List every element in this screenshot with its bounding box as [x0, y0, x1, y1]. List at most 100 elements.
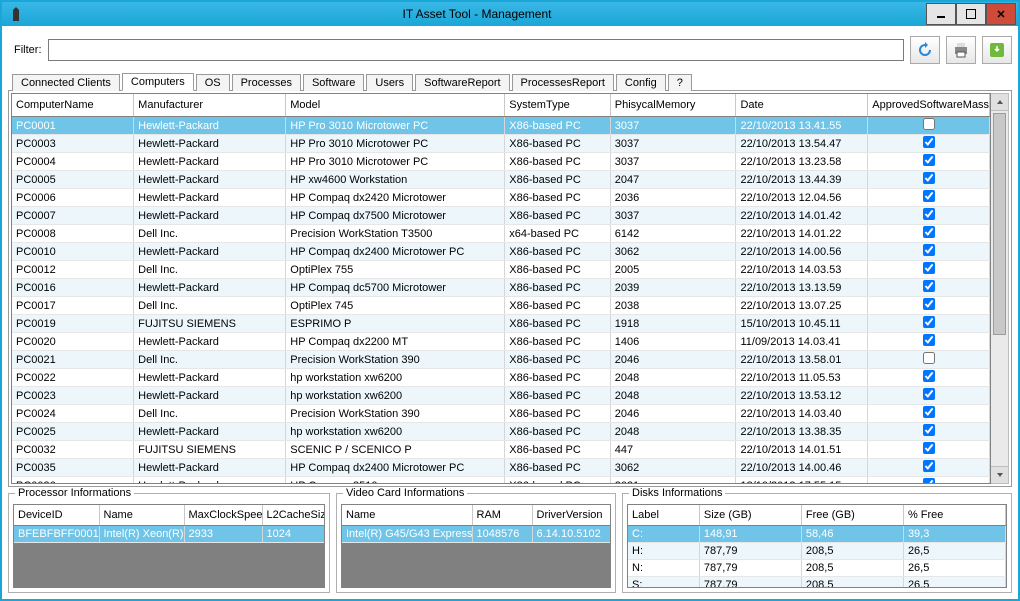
approved-cell[interactable] — [868, 459, 990, 477]
approved-cell[interactable] — [868, 369, 990, 387]
approved-checkbox[interactable] — [923, 136, 935, 148]
approved-checkbox[interactable] — [923, 442, 935, 454]
table-row[interactable]: PC0003Hewlett-PackardHP Pro 3010 Microto… — [12, 135, 990, 153]
table-row[interactable]: PC0012Dell Inc.OptiPlex 755X86-based PC2… — [12, 261, 990, 279]
approved-checkbox[interactable] — [923, 334, 935, 346]
tab-connected-clients[interactable]: Connected Clients — [12, 74, 120, 91]
column-header[interactable]: DeviceID — [14, 505, 99, 526]
titlebar[interactable]: IT Asset Tool - Management ✕ — [2, 2, 1018, 26]
approved-cell[interactable] — [868, 405, 990, 423]
table-row[interactable]: H:787,79208,526,5 — [628, 543, 1006, 560]
approved-checkbox[interactable] — [923, 352, 935, 364]
approved-cell[interactable] — [868, 279, 990, 297]
approved-cell[interactable] — [868, 117, 990, 135]
column-header[interactable]: Size (GB) — [699, 505, 801, 526]
table-row[interactable]: PC0007Hewlett-PackardHP Compaq dx7500 Mi… — [12, 207, 990, 225]
column-header[interactable]: Date — [736, 94, 868, 117]
approved-cell[interactable] — [868, 171, 990, 189]
approved-cell[interactable] — [868, 387, 990, 405]
table-row[interactable]: PC0001Hewlett-PackardHP Pro 3010 Microto… — [12, 117, 990, 135]
approved-cell[interactable] — [868, 243, 990, 261]
filter-input[interactable] — [48, 39, 905, 61]
approved-cell[interactable] — [868, 477, 990, 485]
minimize-button[interactable] — [926, 3, 956, 25]
tab--[interactable]: ? — [668, 74, 692, 91]
table-row[interactable]: PC0023Hewlett-Packardhp workstation xw62… — [12, 387, 990, 405]
column-header[interactable]: ComputerName — [12, 94, 134, 117]
table-row[interactable]: PC0025Hewlett-Packardhp workstation xw62… — [12, 423, 990, 441]
approved-checkbox[interactable] — [923, 316, 935, 328]
approved-checkbox[interactable] — [923, 208, 935, 220]
tab-os[interactable]: OS — [196, 74, 230, 91]
approved-checkbox[interactable] — [923, 424, 935, 436]
approved-checkbox[interactable] — [923, 406, 935, 418]
close-button[interactable]: ✕ — [986, 3, 1016, 25]
approved-cell[interactable] — [868, 225, 990, 243]
approved-checkbox[interactable] — [923, 460, 935, 472]
table-row[interactable]: BFEBFBFF0001...Intel(R) Xeon(R) ...29331… — [14, 526, 324, 543]
approved-checkbox[interactable] — [923, 298, 935, 310]
scroll-down-arrow[interactable] — [991, 466, 1008, 483]
table-header-row[interactable]: ComputerNameManufacturerModelSystemTypeP… — [12, 94, 990, 117]
approved-checkbox[interactable] — [923, 226, 935, 238]
table-row[interactable]: PC0016Hewlett-PackardHP Compaq dc5700 Mi… — [12, 279, 990, 297]
disks-grid[interactable]: LabelSize (GB)Free (GB)% Free C:148,9158… — [627, 504, 1007, 588]
approved-checkbox[interactable] — [923, 154, 935, 166]
scroll-up-arrow[interactable] — [991, 94, 1008, 111]
column-header[interactable]: ApprovedSoftwareMassive — [868, 94, 990, 117]
processor-grid[interactable]: DeviceIDNameMaxClockSpeedL2CacheSize BFE… — [13, 504, 325, 588]
tab-software[interactable]: Software — [303, 74, 364, 91]
table-row[interactable]: PC0008Dell Inc.Precision WorkStation T35… — [12, 225, 990, 243]
column-header[interactable]: Model — [286, 94, 505, 117]
column-header[interactable]: DriverVersion — [532, 505, 610, 526]
table-row[interactable]: PC0020Hewlett-PackardHP Compaq dx2200 MT… — [12, 333, 990, 351]
column-header[interactable]: Label — [628, 505, 699, 526]
table-row[interactable]: PC0022Hewlett-Packardhp workstation xw62… — [12, 369, 990, 387]
tab-config[interactable]: Config — [616, 74, 666, 91]
approved-checkbox[interactable] — [923, 190, 935, 202]
column-header[interactable]: L2CacheSize — [262, 505, 324, 526]
table-row[interactable]: Intel(R) G45/G43 Express Chipset10485766… — [342, 526, 610, 543]
print-button[interactable] — [946, 36, 976, 64]
column-header[interactable]: MaxClockSpeed — [184, 505, 262, 526]
approved-cell[interactable] — [868, 261, 990, 279]
export-button[interactable] — [982, 36, 1012, 64]
column-header[interactable]: Name — [342, 505, 472, 526]
table-row[interactable]: PC0010Hewlett-PackardHP Compaq dx2400 Mi… — [12, 243, 990, 261]
approved-cell[interactable] — [868, 153, 990, 171]
scroll-thumb[interactable] — [993, 113, 1006, 335]
tab-processes[interactable]: Processes — [232, 74, 301, 91]
approved-cell[interactable] — [868, 351, 990, 369]
column-header[interactable]: SystemType — [505, 94, 610, 117]
approved-cell[interactable] — [868, 207, 990, 225]
approved-cell[interactable] — [868, 315, 990, 333]
table-row[interactable]: PC0032FUJITSU SIEMENSSCENIC P / SCENICO … — [12, 441, 990, 459]
column-header[interactable]: PhisycalMemory — [610, 94, 736, 117]
table-row[interactable]: PC0021Dell Inc.Precision WorkStation 390… — [12, 351, 990, 369]
tab-processesreport[interactable]: ProcessesReport — [512, 74, 614, 91]
table-row[interactable]: PC0019FUJITSU SIEMENSESPRIMO PX86-based … — [12, 315, 990, 333]
approved-checkbox[interactable] — [923, 478, 935, 484]
approved-cell[interactable] — [868, 297, 990, 315]
maximize-button[interactable] — [956, 3, 986, 25]
tab-softwarereport[interactable]: SoftwareReport — [415, 74, 509, 91]
approved-cell[interactable] — [868, 135, 990, 153]
approved-cell[interactable] — [868, 333, 990, 351]
approved-checkbox[interactable] — [923, 244, 935, 256]
tab-users[interactable]: Users — [366, 74, 413, 91]
approved-checkbox[interactable] — [923, 370, 935, 382]
column-header[interactable]: Name — [99, 505, 184, 526]
table-row[interactable]: PC0006Hewlett-PackardHP Compaq dx2420 Mi… — [12, 189, 990, 207]
table-row[interactable]: C:148,9158,4639,3 — [628, 526, 1006, 543]
tab-computers[interactable]: Computers — [122, 73, 194, 91]
approved-cell[interactable] — [868, 441, 990, 459]
table-row[interactable]: PC0036Hewlett-PackardHP Compaq 8510wX86-… — [12, 477, 990, 485]
approved-cell[interactable] — [868, 189, 990, 207]
approved-checkbox[interactable] — [923, 118, 935, 130]
column-header[interactable]: % Free — [903, 505, 1005, 526]
column-header[interactable]: Manufacturer — [134, 94, 286, 117]
approved-checkbox[interactable] — [923, 172, 935, 184]
column-header[interactable]: RAM — [472, 505, 532, 526]
vertical-scrollbar[interactable] — [991, 93, 1009, 484]
table-row[interactable]: PC0035Hewlett-PackardHP Compaq dx2400 Mi… — [12, 459, 990, 477]
